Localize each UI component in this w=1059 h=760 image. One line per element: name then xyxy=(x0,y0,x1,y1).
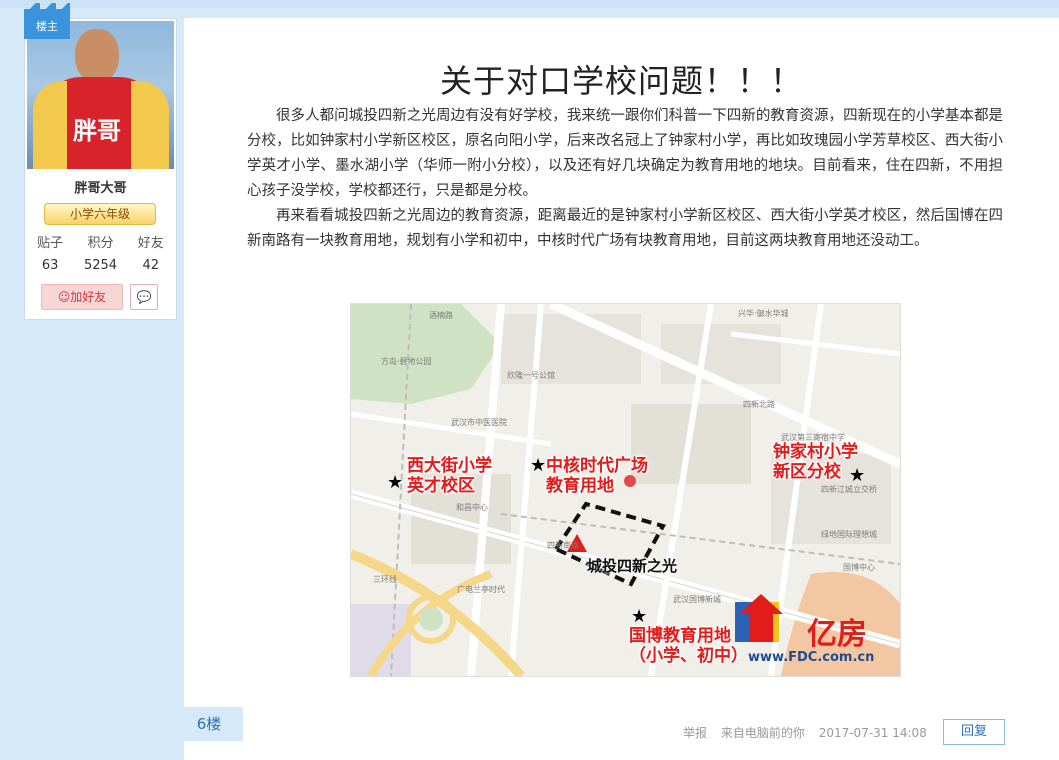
add-friend-button[interactable]: ☺加好友 xyxy=(41,284,123,310)
post-source: 来自电脑前的你 xyxy=(720,726,805,740)
map-street-label: 绿地国际理想城 xyxy=(821,530,877,539)
map-street-label: 四新北路 xyxy=(743,400,775,409)
map-street-label: 武汉国博新城 xyxy=(673,595,721,604)
map-street-label: 兴华·御水华城 xyxy=(738,309,789,318)
post-paragraph: 再来看看城投四新之光周边的教育资源，距离最近的是钟家村小学新区校区、西大街小学英… xyxy=(247,208,1003,249)
top-strip xyxy=(0,0,1059,8)
message-button[interactable]: 💬 xyxy=(130,284,158,310)
user-card: 胖哥 楼主 胖哥大哥 小学六年级 贴子 积分 好友 63 5254 42 ☺加好… xyxy=(24,3,177,320)
fdc-logo-url: www.FDC.com.cn xyxy=(748,650,875,665)
reply-button[interactable]: 回复 xyxy=(943,719,1005,745)
stats-labels: 贴子 积分 好友 xyxy=(25,232,176,251)
stats-values: 63 5254 42 xyxy=(25,258,176,273)
map-label-site: 城投四新之光 xyxy=(587,557,678,575)
map-street-label: 四新南路 xyxy=(547,541,579,550)
map-label-zhongjiacun: 钟家村小学 新区分校 xyxy=(773,442,858,482)
map-image[interactable]: 酒楠路 兴华·御水华城 方岛·碧地公园 欣隆一号公馆 四新北路 武汉市中医医院 … xyxy=(350,303,901,677)
map-street-label: 国博中心 xyxy=(843,563,875,572)
add-friend-label: 加好友 xyxy=(70,290,107,304)
stat-value-posts[interactable]: 63 xyxy=(25,258,75,273)
school-star-icon: ★ xyxy=(530,455,547,476)
post-paragraph: 很多人都问城投四新之光周边有没有好学校，我来统一跟你们科普一下四新的教育资源，四… xyxy=(247,108,1003,199)
add-friend-icon: ☺ xyxy=(57,290,71,304)
avatar[interactable]: 胖哥 xyxy=(27,21,174,169)
avatar-shirt-text: 胖哥 xyxy=(73,117,121,145)
owner-badge: 楼主 xyxy=(24,3,70,39)
map-street-label: 武汉市中医医院 xyxy=(451,418,507,427)
post-title: 关于对口学校问题！！！ xyxy=(439,62,803,100)
school-star-icon: ★ xyxy=(387,472,404,493)
map-street-label: 欣隆一号公馆 xyxy=(507,371,555,380)
map-street-label: 方岛·碧地公园 xyxy=(381,357,432,366)
post-meta: 举报 来自电脑前的你 2017-07-31 14:08 xyxy=(683,724,937,741)
school-star-icon: ★ xyxy=(631,606,648,627)
fdc-logo-text: 亿房 xyxy=(807,617,867,652)
map-label-guobo: 国博教育用地 （小学、初中） xyxy=(629,626,748,666)
map-street-label: 酒楠路 xyxy=(429,311,453,320)
post-content: 关于对口学校问题！！！ 很多人都问城投四新之光周边有没有好学校，我来统一跟你们科… xyxy=(184,18,1059,760)
stat-label-posts: 贴子 xyxy=(37,236,64,251)
username[interactable]: 胖哥大哥 xyxy=(25,177,176,196)
post-body: 很多人都问城投四新之光周边有没有好学校，我来统一跟你们科普一下四新的教育资源，四… xyxy=(247,104,1003,254)
school-star-icon: ★ xyxy=(849,465,866,486)
stat-label-friends: 好友 xyxy=(137,236,164,251)
stat-value-points[interactable]: 5254 xyxy=(75,258,125,273)
report-link[interactable]: 举报 xyxy=(683,726,707,740)
message-icon: 💬 xyxy=(136,290,152,304)
avatar-head xyxy=(75,29,119,83)
map-street-label: 和昌中心 xyxy=(456,503,488,512)
avatar-jacket-right xyxy=(131,81,169,169)
map-street-label: 广电兰亭时代 xyxy=(457,585,505,594)
level-badge: 小学六年级 xyxy=(44,203,156,225)
floor-number[interactable]: 6楼 xyxy=(175,707,243,741)
map-label-xidajie: 西大街小学 英才校区 xyxy=(407,456,492,496)
avatar-jacket-left xyxy=(33,81,67,169)
stat-label-points: 积分 xyxy=(87,236,114,251)
post-time: 2017-07-31 14:08 xyxy=(818,726,927,740)
stat-value-friends[interactable]: 42 xyxy=(126,258,176,273)
map-label-zhonghe: 中核时代广场 教育用地 xyxy=(546,456,648,496)
map-street-label: 三环线 xyxy=(373,575,397,584)
